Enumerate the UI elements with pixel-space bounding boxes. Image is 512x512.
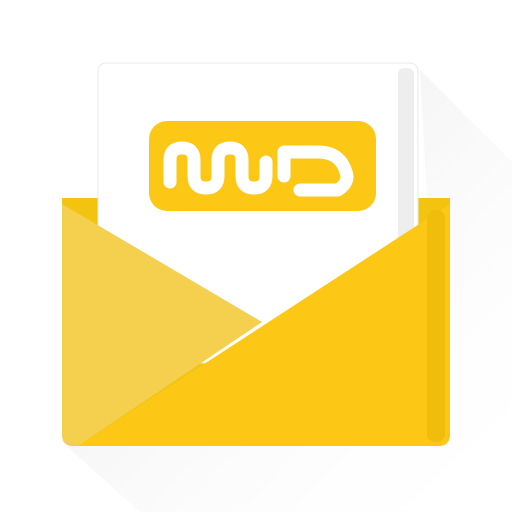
app-icon (0, 0, 512, 512)
md-logo (149, 121, 376, 211)
envelope-right-edge (427, 210, 445, 442)
mail-envelope-icon (60, 62, 512, 512)
